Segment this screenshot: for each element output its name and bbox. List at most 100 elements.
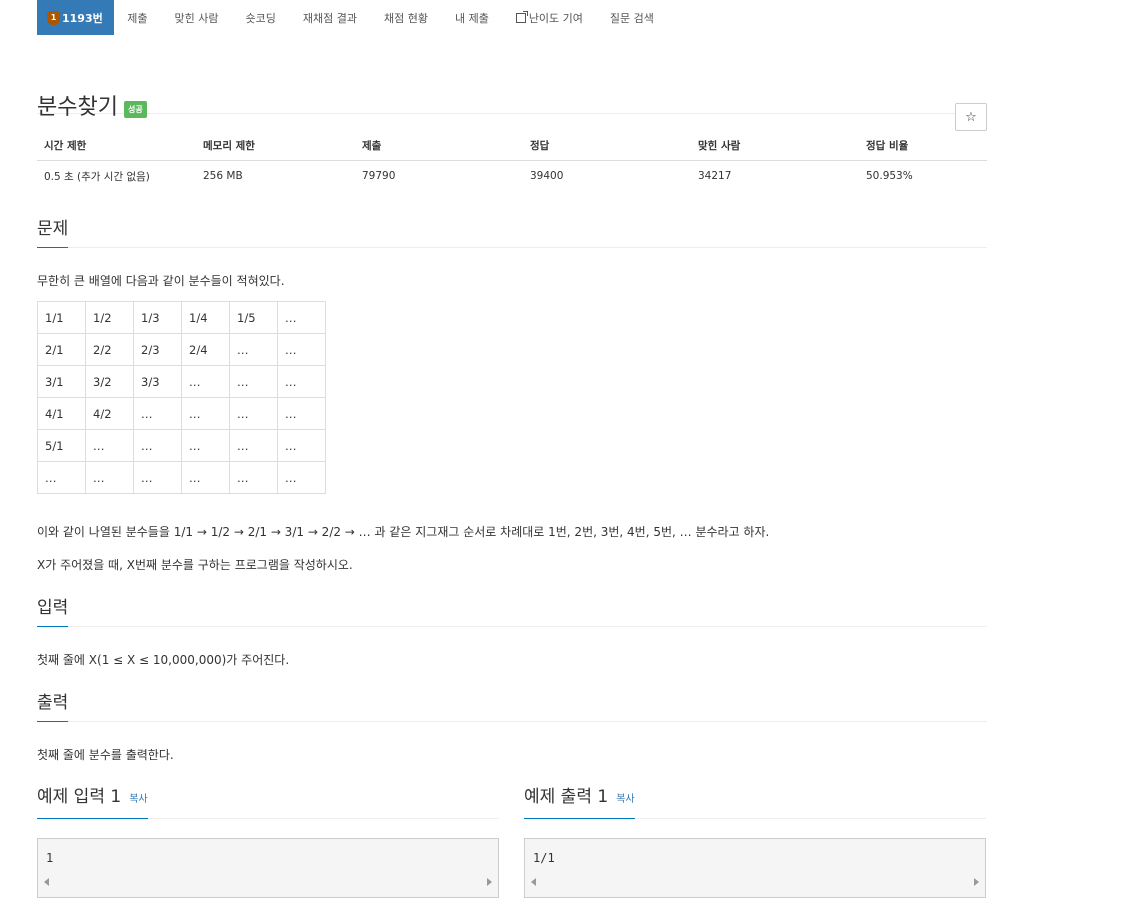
scroll-left-icon[interactable]: [531, 878, 536, 886]
fraction-table-row: ………………: [37, 461, 326, 494]
fraction-cell: 2/1: [37, 333, 86, 366]
copy-input-button[interactable]: 복사: [129, 794, 147, 805]
input-heading: 입력: [37, 596, 69, 627]
fraction-cell: 1/3: [133, 301, 182, 334]
info-submit-value: 79790: [362, 170, 396, 182]
fraction-cell: 4/1: [37, 397, 86, 430]
fraction-cell: …: [229, 397, 278, 430]
sample-output-heading: 예제 출력 1 복사: [524, 785, 635, 819]
input-section-header: 입력: [37, 588, 987, 627]
info-header-ratio: 정답 비율: [859, 130, 987, 161]
nav-status[interactable]: 채점 현황: [370, 0, 441, 35]
fraction-table-row: 3/1 3/2 3/3………: [37, 365, 326, 398]
level-badge-icon: 1: [47, 10, 60, 25]
fraction-cell: 1/4: [181, 301, 230, 334]
problem-section-header: 문제: [37, 209, 987, 248]
fraction-cell: …: [181, 397, 230, 430]
problem-intro: 무한히 큰 배열에 다음과 같이 분수들이 적혀있다.: [37, 274, 285, 288]
title-row: 분수찾기 성공 ☆: [37, 35, 987, 131]
sample-input-heading: 예제 입력 1 복사: [37, 785, 148, 819]
sample-output-box[interactable]: 1/1: [524, 838, 986, 898]
fraction-cell: …: [133, 397, 182, 430]
info-time-value: 0.5 초 (추가 시간 없음): [44, 170, 150, 183]
copy-output-button[interactable]: 복사: [616, 794, 634, 805]
scroll-right-icon[interactable]: [487, 878, 492, 886]
info-header-solvers: 맞힌 사람: [691, 130, 859, 161]
nav-problem-tab[interactable]: 1 1193번: [37, 0, 114, 35]
fraction-cell: …: [181, 461, 230, 494]
scroll-left-icon[interactable]: [44, 878, 49, 886]
fraction-cell: 3/2: [85, 365, 134, 398]
fraction-cell: …: [277, 461, 326, 494]
fraction-cell: 2/2: [85, 333, 134, 366]
info-header-row: 시간 제한 메모리 제한 제출 정답 맞힌 사람 정답 비율: [37, 130, 987, 161]
nav-rejudge-results[interactable]: 재채점 결과: [289, 0, 370, 35]
problem-description-2: X가 주어졌을 때, X번째 분수를 구하는 프로그램을 작성하시오.: [37, 558, 353, 572]
fraction-cell: …: [85, 429, 134, 462]
info-header-time: 시간 제한: [37, 130, 196, 161]
sample-output-title: 예제 출력 1: [524, 787, 609, 807]
fraction-cell: 4/2: [85, 397, 134, 430]
nav-problem-label: 1193번: [62, 11, 103, 25]
info-header-memory: 메모리 제한: [196, 130, 355, 161]
input-description: 첫째 줄에 X(1 ≤ X ≤ 10,000,000)가 주어진다.: [37, 653, 290, 667]
nav-question-search[interactable]: 질문 검색: [596, 0, 667, 35]
fraction-cell: …: [229, 461, 278, 494]
nav-solved-users[interactable]: 맞힌 사람: [161, 0, 232, 35]
fraction-cell: …: [181, 429, 230, 462]
fraction-cell: …: [85, 461, 134, 494]
sample-output-header: 예제 출력 1 복사: [524, 786, 986, 819]
nav-submit[interactable]: 제출: [114, 0, 161, 35]
fraction-table: 1/1 1/2 1/3 1/4 1/5… 2/1 2/2 2/3 2/4…… 3/1 3/2 3/3……: [37, 301, 326, 494]
fraction-cell: 2/4: [181, 333, 230, 366]
fraction-cell: 1/2: [85, 301, 134, 334]
fraction-cell: …: [37, 461, 86, 494]
title-wrap: 분수찾기 성공: [37, 89, 147, 121]
output-heading: 출력: [37, 691, 69, 722]
nav-my-submissions[interactable]: 내 제출: [441, 0, 502, 35]
star-button[interactable]: ☆: [955, 103, 987, 131]
info-memory-value: 256 MB: [203, 170, 243, 182]
fraction-cell: 1/1: [37, 301, 86, 334]
fraction-cell: …: [277, 365, 326, 398]
fraction-cell: 1/5: [229, 301, 278, 334]
sample-output-scrollbar[interactable]: [525, 875, 985, 889]
problem-heading: 문제: [37, 217, 69, 248]
problem-nav: 1 1193번 제출 맞힌 사람 숏코딩 재채점 결과 채점 현황 내 제출 난…: [37, 0, 987, 35]
fraction-cell: 2/3: [133, 333, 182, 366]
fraction-cell: …: [277, 397, 326, 430]
sample-input-value: 1: [46, 851, 54, 865]
sample-input-box[interactable]: 1: [37, 838, 499, 898]
fraction-table-row: 2/1 2/2 2/3 2/4……: [37, 333, 326, 366]
info-ratio-value: 50.953%: [866, 170, 913, 182]
fraction-cell: …: [277, 301, 326, 334]
nav-short-coding[interactable]: 숏코딩: [232, 0, 289, 35]
fraction-table-row: 4/1 4/2…………: [37, 397, 326, 430]
info-value-row: 0.5 초 (추가 시간 없음) 256 MB 79790 39400 3421…: [37, 161, 987, 192]
info-solvers-value: 34217: [698, 170, 732, 182]
problem-info-table: 시간 제한 메모리 제한 제출 정답 맞힌 사람 정답 비율 0.5 초 (추가…: [37, 130, 987, 191]
nav-difficulty-contribute[interactable]: 난이도 기여: [502, 0, 596, 35]
scroll-right-icon[interactable]: [974, 878, 979, 886]
sample-output-value: 1/1: [533, 851, 555, 865]
fraction-cell: 5/1: [37, 429, 86, 462]
fraction-cell: …: [229, 429, 278, 462]
fraction-cell: …: [181, 365, 230, 398]
external-link-icon: [515, 10, 528, 23]
output-section-header: 출력: [37, 683, 987, 722]
fraction-table-row: 1/1 1/2 1/3 1/4 1/5…: [37, 301, 326, 334]
info-accepted-value: 39400: [530, 170, 564, 182]
fraction-cell: …: [277, 429, 326, 462]
info-header-submit: 제출: [355, 130, 523, 161]
star-icon: ☆: [965, 109, 977, 125]
fraction-cell: …: [133, 429, 182, 462]
status-badge: 성공: [123, 100, 147, 118]
page-title: 분수찾기: [37, 95, 118, 120]
fraction-cell: 3/1: [37, 365, 86, 398]
sample-input-scrollbar[interactable]: [38, 875, 498, 889]
fraction-cell: …: [277, 333, 326, 366]
output-description: 첫째 줄에 분수를 출력한다.: [37, 748, 174, 762]
fraction-cell: …: [133, 461, 182, 494]
nav-difficulty-label: 난이도 기여: [528, 11, 583, 25]
problem-page: 1 1193번 제출 맞힌 사람 숏코딩 재채점 결과 채점 현황 내 제출 난…: [37, 0, 987, 898]
